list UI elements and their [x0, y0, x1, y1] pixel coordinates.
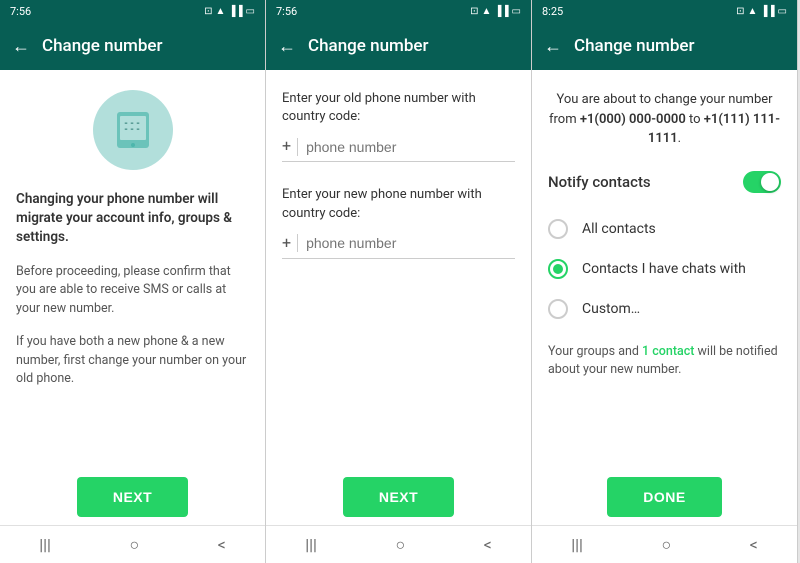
radio-all-contacts[interactable]: All contacts — [548, 209, 781, 249]
back-button-2[interactable]: ← — [278, 36, 296, 57]
radio-label-chats: Contacts I have chats with — [582, 261, 746, 277]
signal-icon: ▐▐ — [228, 6, 242, 17]
status-time-3: 8:25 — [542, 5, 563, 18]
old-number-display: +1(000) 000-0000 — [580, 112, 686, 127]
contact-link[interactable]: 1 contact — [642, 344, 694, 359]
sub-text-1: Before proceeding, please confirm that y… — [16, 263, 249, 319]
plus-sign-new: + — [282, 233, 291, 254]
svg-text:---: --- — [123, 118, 141, 129]
header-3: ← Change number — [532, 22, 797, 70]
plus-sign-old: + — [282, 136, 291, 157]
header-2: ← Change number — [266, 22, 531, 70]
button-area-2: NEXT — [266, 465, 531, 525]
nav-menu-1[interactable]: ||| — [39, 535, 51, 554]
change-info-suffix: . — [678, 131, 681, 146]
radio-outer-custom — [548, 299, 568, 319]
phone-change-icon: --- --- — [109, 106, 157, 154]
wifi-icon-3: ▲ — [747, 6, 757, 17]
radio-outer-chats — [548, 259, 568, 279]
done-button[interactable]: DONE — [607, 477, 721, 517]
signal-icon-3: ▐▐ — [760, 6, 774, 17]
radio-label-custom: Custom… — [582, 301, 640, 317]
new-number-label: Enter your new phone number with country… — [282, 186, 515, 222]
notify-toggle[interactable] — [743, 171, 781, 193]
status-icons-3: ⊡ ▲ ▐▐ ▭ — [736, 6, 787, 17]
old-number-label: Enter your old phone number with country… — [282, 90, 515, 126]
wifi-icon-2: ▲ — [481, 6, 491, 17]
change-info-mid: to — [686, 112, 704, 127]
old-phone-input[interactable] — [306, 139, 515, 155]
status-bar-2: 7:56 ⊡ ▲ ▐▐ ▭ — [266, 0, 531, 22]
battery-icon-3: ▭ — [778, 6, 787, 17]
content-1: --- --- Changing your phone number will … — [0, 70, 265, 465]
photo-icon-2: ⊡ — [470, 6, 478, 17]
nav-back-1[interactable]: < — [218, 535, 226, 554]
back-button-1[interactable]: ← — [12, 36, 30, 57]
nav-home-2[interactable]: ○ — [395, 535, 405, 555]
nav-home-1[interactable]: ○ — [129, 535, 139, 555]
nav-menu-2[interactable]: ||| — [305, 535, 317, 554]
icon-container: --- --- — [16, 90, 249, 170]
radio-label-all: All contacts — [582, 221, 656, 237]
nav-bar-2: ||| ○ < — [266, 525, 531, 563]
header-title-1: Change number — [42, 36, 163, 56]
content-3: You are about to change your number from… — [532, 70, 797, 465]
groups-note: Your groups and 1 contact will be notifi… — [548, 343, 781, 381]
nav-bar-1: ||| ○ < — [0, 525, 265, 563]
notify-contacts-row: Notify contacts — [548, 171, 781, 193]
header-title-2: Change number — [308, 36, 429, 56]
change-number-info: You are about to change your number from… — [548, 90, 781, 149]
photo-icon-3: ⊡ — [736, 6, 744, 17]
wifi-icon: ▲ — [215, 6, 225, 17]
phone-icon-circle: --- --- — [93, 90, 173, 170]
radio-custom[interactable]: Custom… — [548, 289, 781, 329]
screen-2: 7:56 ⊡ ▲ ▐▐ ▭ ← Change number Enter your… — [266, 0, 532, 563]
nav-back-3[interactable]: < — [750, 535, 758, 554]
signal-icon-2: ▐▐ — [494, 6, 508, 17]
nav-home-3[interactable]: ○ — [661, 535, 671, 555]
toggle-knob — [761, 173, 779, 191]
status-icons-2: ⊡ ▲ ▐▐ ▭ — [470, 6, 521, 17]
status-time-2: 7:56 — [276, 5, 297, 18]
new-phone-input[interactable] — [306, 235, 515, 251]
button-area-3: DONE — [532, 465, 797, 525]
content-2: Enter your old phone number with country… — [266, 70, 531, 465]
radio-inner-chats — [553, 264, 563, 274]
screen-3: 8:25 ⊡ ▲ ▐▐ ▭ ← Change number You are ab… — [532, 0, 798, 563]
radio-chats-contacts[interactable]: Contacts I have chats with — [548, 249, 781, 289]
notify-label: Notify contacts — [548, 173, 651, 191]
divider-old — [297, 138, 298, 156]
status-time-1: 7:56 — [10, 5, 31, 18]
nav-bar-3: ||| ○ < — [532, 525, 797, 563]
back-button-3[interactable]: ← — [544, 36, 562, 57]
next-button-2[interactable]: NEXT — [343, 477, 454, 517]
old-phone-input-row: + — [282, 136, 515, 162]
sub-text-2: If you have both a new phone & a new num… — [16, 333, 249, 389]
header-title-3: Change number — [574, 36, 695, 56]
main-description: Changing your phone number will migrate … — [16, 190, 249, 247]
status-icons-1: ⊡ ▲ ▐▐ ▭ — [204, 6, 255, 17]
button-area-1: NEXT — [0, 465, 265, 525]
header-1: ← Change number — [0, 22, 265, 70]
nav-back-2[interactable]: < — [484, 535, 492, 554]
battery-icon-2: ▭ — [512, 6, 521, 17]
status-bar-1: 7:56 ⊡ ▲ ▐▐ ▭ — [0, 0, 265, 22]
battery-icon: ▭ — [246, 6, 255, 17]
nav-menu-3[interactable]: ||| — [571, 535, 583, 554]
next-button-1[interactable]: NEXT — [77, 477, 188, 517]
screen-1: 7:56 ⊡ ▲ ▐▐ ▭ ← Change number --- --- — [0, 0, 266, 563]
groups-note-prefix: Your groups and — [548, 344, 642, 359]
status-bar-3: 8:25 ⊡ ▲ ▐▐ ▭ — [532, 0, 797, 22]
photo-icon: ⊡ — [204, 6, 212, 17]
divider-new — [297, 234, 298, 252]
radio-outer-all — [548, 219, 568, 239]
new-phone-input-row: + — [282, 233, 515, 259]
